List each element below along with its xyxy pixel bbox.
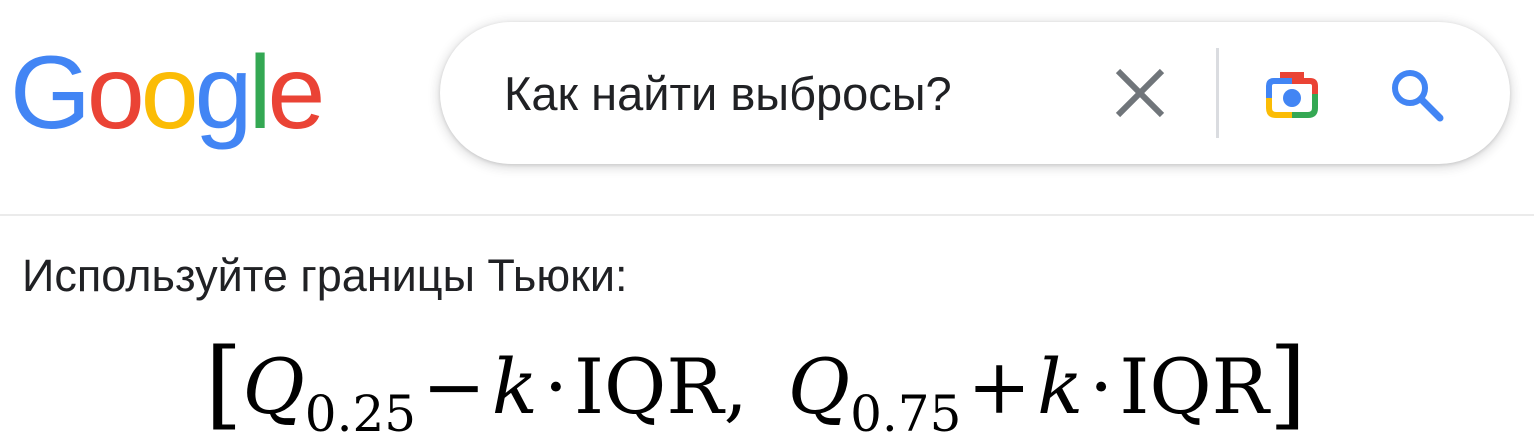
close-icon xyxy=(1115,68,1165,118)
formula-k-high: k xyxy=(1037,342,1084,431)
formula-open-bracket: [ xyxy=(205,328,243,440)
formula-q-low: Q xyxy=(242,342,305,431)
tukey-fences-formula: [Q0.25−k·IQR, Q0.75+k·IQR] xyxy=(205,328,1307,440)
google-logo[interactable]: Google xyxy=(10,35,326,151)
header-divider xyxy=(0,214,1534,216)
formula-close-bracket: ] xyxy=(1268,328,1307,440)
search-input[interactable] xyxy=(504,60,1064,126)
formula-q-low-subscript: 0.25 xyxy=(304,385,417,440)
formula-comma: , xyxy=(723,342,748,431)
search-by-image-button[interactable] xyxy=(1258,62,1326,126)
camera-lens-icon xyxy=(1266,72,1318,118)
formula-q-high-subscript: 0.75 xyxy=(850,385,962,440)
formula-q-high: Q xyxy=(787,342,851,431)
logo-letter: G xyxy=(10,35,91,151)
logo-letter: o xyxy=(86,35,145,151)
formula-dot-low: · xyxy=(543,342,569,431)
search-box xyxy=(440,22,1510,164)
search-results-page: Google Как найти выбросы? Используйте гр… xyxy=(0,0,1534,440)
search-submit-button[interactable] xyxy=(1386,64,1448,126)
formula-k-low: k xyxy=(491,342,538,431)
search-divider xyxy=(1216,48,1219,138)
logo-letter: o xyxy=(140,35,199,151)
formula-plus: + xyxy=(967,342,1032,431)
logo-letter: l xyxy=(248,35,271,151)
search-icon xyxy=(1392,70,1444,122)
clear-search-button[interactable] xyxy=(1110,63,1170,123)
formula-minus: − xyxy=(422,342,486,431)
logo-letter: g xyxy=(194,35,253,151)
formula-iqr-high: IQR xyxy=(1119,342,1269,431)
answer-intro-text: Используйте границы Тьюки: xyxy=(22,250,628,301)
formula-dot-high: · xyxy=(1089,342,1114,431)
header: Google xyxy=(0,0,1534,216)
logo-letter: e xyxy=(267,35,326,151)
formula-iqr-low: IQR xyxy=(574,342,724,431)
